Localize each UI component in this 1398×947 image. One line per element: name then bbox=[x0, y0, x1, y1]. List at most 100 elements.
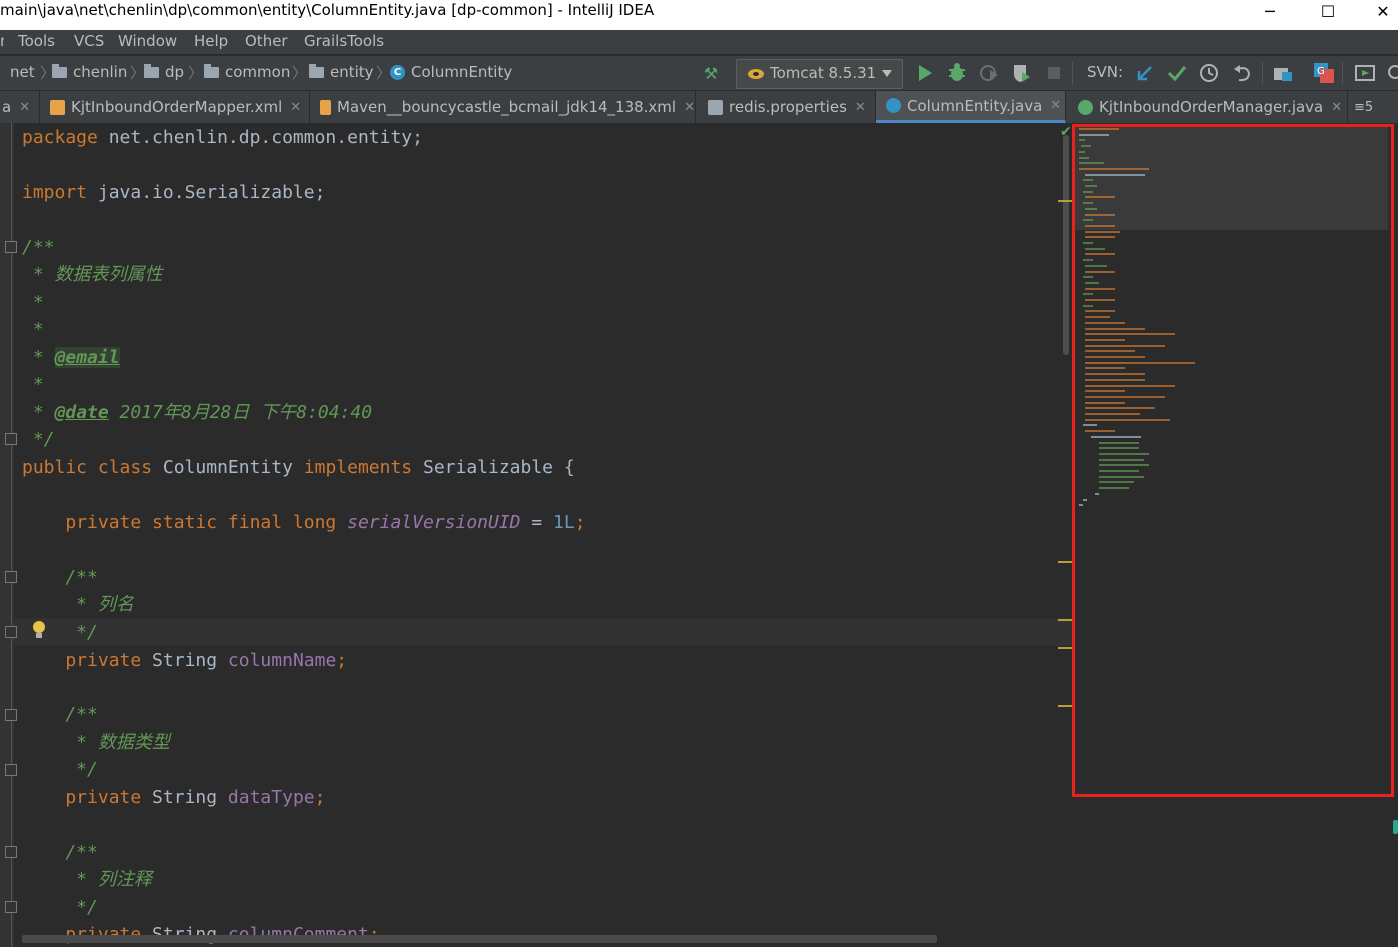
code-line: * 列注释 bbox=[22, 869, 152, 890]
tab-maven-bouncycastle[interactable]: Maven__bouncycastle_bcmail_jdk14_138.xml… bbox=[310, 91, 696, 123]
breadcrumb-common[interactable]: common bbox=[204, 63, 290, 81]
close-button[interactable]: ✕ bbox=[1360, 0, 1398, 22]
class-name: ColumnEntity bbox=[152, 457, 304, 478]
fold-icon[interactable] bbox=[5, 626, 17, 638]
code-line: * 列名 bbox=[22, 594, 134, 615]
breadcrumb-entity[interactable]: entity bbox=[309, 63, 374, 81]
maximize-button[interactable]: ☐ bbox=[1305, 0, 1351, 22]
svn-commit-icon[interactable] bbox=[1166, 62, 1188, 84]
code-text: * bbox=[22, 347, 55, 368]
fold-icon[interactable] bbox=[5, 764, 17, 776]
close-icon[interactable]: ✕ bbox=[684, 100, 695, 115]
fold-icon[interactable] bbox=[5, 433, 17, 445]
vertical-scrollbar[interactable] bbox=[1063, 135, 1069, 355]
menu-bar: n Tools VCS Window Help Other GrailsTool… bbox=[0, 30, 1398, 54]
horizontal-scrollbar[interactable] bbox=[22, 935, 937, 943]
field-name: columnName bbox=[227, 650, 337, 671]
code-line: /** bbox=[22, 842, 98, 863]
status-indicator bbox=[1393, 820, 1398, 834]
keyword: import bbox=[22, 182, 88, 203]
field-name: dataType bbox=[227, 787, 315, 808]
code-line: public class ColumnEntity implements Ser… bbox=[22, 457, 575, 479]
code-line: * @date 2017年8月28日 下午8:04:40 bbox=[22, 402, 372, 424]
menu-item-vcs[interactable]: VCS bbox=[74, 32, 104, 50]
menu-item-grailstools[interactable]: GrailsTools bbox=[304, 32, 384, 50]
code-line: */ bbox=[22, 897, 98, 918]
code-line: */ bbox=[22, 429, 55, 450]
close-icon[interactable]: ✕ bbox=[1050, 98, 1061, 113]
breadcrumb-net[interactable]: net bbox=[10, 63, 35, 81]
properties-file-icon bbox=[708, 99, 723, 115]
window-title: main\java\net\chenlin\dp\common\entity\C… bbox=[0, 1, 655, 19]
code-line: * bbox=[22, 292, 44, 313]
code-text: 2017年8月28日 下午8:04:40 bbox=[108, 402, 373, 423]
code-text: java.io.Serializable; bbox=[87, 182, 326, 203]
code-line: package net.chenlin.dp.common.entity; bbox=[22, 127, 423, 149]
tab-kjtinboundordermanager[interactable]: KjtInboundOrderManager.java ✕ bbox=[1066, 91, 1348, 123]
history-icon[interactable] bbox=[1198, 62, 1220, 84]
keyword: private static final long bbox=[22, 512, 348, 533]
breadcrumb-dp[interactable]: dp bbox=[144, 63, 184, 81]
run-configuration-label: Tomcat 8.5.31 bbox=[770, 64, 877, 82]
breadcrumb-label: chenlin bbox=[73, 63, 128, 81]
xml-file-icon bbox=[50, 99, 65, 115]
build-hammer-icon[interactable]: ⚒ bbox=[700, 62, 722, 84]
stop-icon[interactable] bbox=[1043, 62, 1065, 84]
window-titlebar: main\java\net\chenlin\dp\common\entity\C… bbox=[0, 0, 1398, 30]
fold-icon[interactable] bbox=[5, 846, 17, 858]
menu-item-other[interactable]: Other bbox=[245, 32, 288, 50]
fold-icon[interactable] bbox=[5, 571, 17, 583]
keyword: implements bbox=[303, 457, 413, 478]
folder-icon bbox=[204, 63, 219, 78]
close-icon[interactable]: ✕ bbox=[290, 100, 301, 115]
svg-text:G: G bbox=[1317, 66, 1325, 77]
run-with-coverage-icon[interactable] bbox=[978, 62, 1000, 84]
folder-icon bbox=[52, 63, 67, 78]
breadcrumb-chenlin[interactable]: chenlin bbox=[52, 63, 127, 81]
code-text: Serializable { bbox=[412, 457, 575, 478]
tab-kjtinboundordermapper[interactable]: KjtInboundOrderMapper.xml ✕ bbox=[40, 91, 310, 123]
fold-icon[interactable] bbox=[5, 901, 17, 913]
close-icon[interactable]: ✕ bbox=[855, 100, 866, 115]
code-text: ; bbox=[574, 512, 586, 533]
doc-tag: @date bbox=[54, 402, 109, 423]
fold-icon[interactable] bbox=[5, 241, 17, 253]
menu-item-help[interactable]: Help bbox=[194, 32, 228, 50]
tab-label: Maven__bouncycastle_bcmail_jdk14_138.xml bbox=[337, 98, 677, 116]
lightbulb-icon[interactable] bbox=[32, 620, 46, 640]
debug-icon[interactable] bbox=[946, 62, 968, 84]
code-line: * 数据类型 bbox=[22, 732, 170, 753]
keyword: package bbox=[22, 127, 98, 148]
fold-icon[interactable] bbox=[5, 709, 17, 721]
menu-item-tools[interactable]: Tools bbox=[18, 32, 55, 50]
doc-tag: @email bbox=[54, 347, 120, 368]
presentation-icon[interactable] bbox=[1354, 62, 1376, 84]
tab-redis-properties[interactable]: redis.properties ✕ bbox=[696, 91, 876, 123]
code-editor[interactable]: package net.chenlin.dp.common.entity; im… bbox=[0, 123, 1072, 947]
tabs-overflow-button[interactable]: ≡5 bbox=[1348, 91, 1398, 123]
menu-item-window[interactable]: Window bbox=[118, 32, 177, 50]
close-icon[interactable]: ✕ bbox=[1331, 100, 1342, 115]
code-line: * bbox=[22, 374, 44, 395]
profile-icon[interactable] bbox=[1010, 62, 1032, 84]
project-structure-icon[interactable] bbox=[1272, 62, 1294, 84]
search-icon[interactable] bbox=[1385, 62, 1398, 84]
svn-update-icon[interactable] bbox=[1134, 62, 1156, 84]
breadcrumb-columnentity[interactable]: C ColumnEntity bbox=[390, 63, 512, 81]
toolbar-separator bbox=[1262, 62, 1263, 84]
breadcrumb-separator: 〉 bbox=[130, 64, 146, 82]
tab-cutoff[interactable]: a ✕ bbox=[0, 91, 40, 123]
run-configuration-select[interactable]: Tomcat 8.5.31 bbox=[736, 59, 903, 89]
close-icon[interactable]: ✕ bbox=[19, 100, 30, 115]
class-icon: C bbox=[390, 64, 405, 80]
revert-icon[interactable] bbox=[1231, 62, 1253, 84]
code-line: private String dataType; bbox=[22, 787, 325, 809]
minimize-button[interactable]: ─ bbox=[1247, 0, 1293, 22]
breadcrumb-label: net bbox=[10, 63, 35, 81]
code-line: /** bbox=[22, 704, 98, 725]
tab-columnentity[interactable]: ColumnEntity.java ✕ bbox=[876, 91, 1066, 123]
code-text: ; bbox=[336, 650, 348, 671]
translate-icon[interactable]: G bbox=[1313, 62, 1335, 84]
navigation-bar: net 〉 chenlin 〉 dp 〉 common 〉 entity 〉 C… bbox=[0, 56, 1398, 91]
run-icon[interactable] bbox=[914, 62, 936, 84]
